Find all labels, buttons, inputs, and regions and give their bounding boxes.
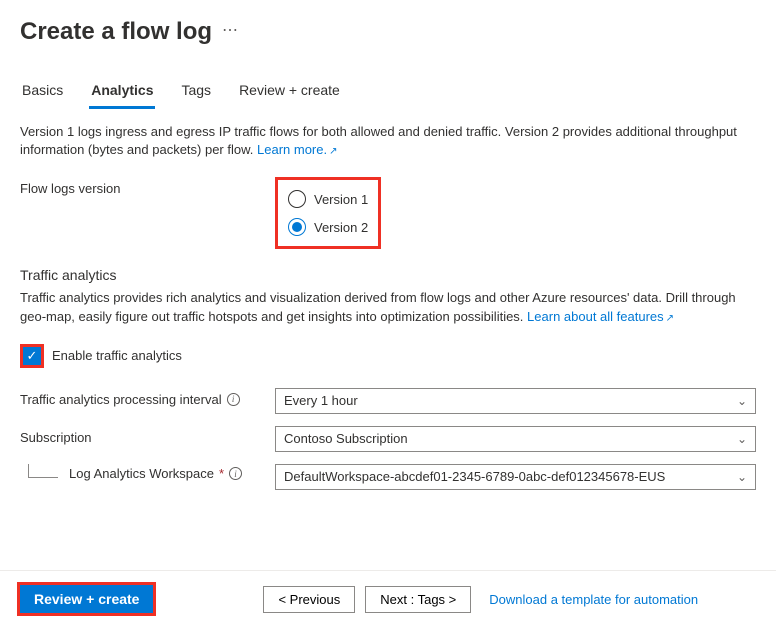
flow-logs-version-radiogroup: Version 1 Version 2 <box>275 177 381 249</box>
workspace-value: DefaultWorkspace-abcdef01-2345-6789-0abc… <box>284 469 665 484</box>
download-template-link[interactable]: Download a template for automation <box>489 592 698 607</box>
radio-label: Version 1 <box>314 192 368 207</box>
workspace-label: Log Analytics Workspace <box>69 466 214 481</box>
radio-icon <box>288 190 306 208</box>
subscription-label: Subscription <box>20 430 92 445</box>
info-icon[interactable]: i <box>227 393 240 406</box>
interval-label: Traffic analytics processing interval <box>20 392 222 407</box>
traffic-analytics-description: Traffic analytics provides rich analytic… <box>20 289 756 325</box>
interval-select[interactable]: Every 1 hour ⌄ <box>275 388 756 414</box>
external-link-icon: ↗ <box>666 312 674 326</box>
radio-label: Version 2 <box>314 220 368 235</box>
chevron-down-icon: ⌄ <box>737 432 747 446</box>
traffic-analytics-heading: Traffic analytics <box>20 267 756 283</box>
enable-ta-highlight: ✓ <box>20 344 44 368</box>
subscription-select[interactable]: Contoso Subscription ⌄ <box>275 426 756 452</box>
chevron-down-icon: ⌄ <box>737 394 747 408</box>
previous-button[interactable]: < Previous <box>263 586 355 613</box>
tab-tags[interactable]: Tags <box>179 76 213 109</box>
version-description: Version 1 logs ingress and egress IP tra… <box>20 123 756 159</box>
subscription-value: Contoso Subscription <box>284 431 408 446</box>
enable-ta-label: Enable traffic analytics <box>52 348 182 363</box>
page-title: Create a flow log <box>20 18 212 46</box>
more-icon[interactable]: ⋯ <box>222 20 239 44</box>
review-create-button[interactable]: Review + create <box>20 585 153 613</box>
info-icon[interactable]: i <box>229 467 242 480</box>
radio-version-1[interactable]: Version 1 <box>288 188 368 210</box>
version-description-text: Version 1 logs ingress and egress IP tra… <box>20 124 737 157</box>
indent-connector <box>28 464 58 478</box>
enable-ta-checkbox[interactable]: ✓ <box>23 347 41 365</box>
tab-analytics[interactable]: Analytics <box>89 76 155 109</box>
radio-version-2[interactable]: Version 2 <box>288 216 368 238</box>
tab-review-create[interactable]: Review + create <box>237 76 342 109</box>
radio-icon <box>288 218 306 236</box>
tab-bar: Basics Analytics Tags Review + create <box>0 76 776 109</box>
checkmark-icon: ✓ <box>27 349 38 362</box>
next-button[interactable]: Next : Tags > <box>365 586 471 613</box>
required-asterisk: * <box>219 466 224 481</box>
workspace-select[interactable]: DefaultWorkspace-abcdef01-2345-6789-0abc… <box>275 464 756 490</box>
interval-value: Every 1 hour <box>284 393 358 408</box>
footer-bar: Review + create < Previous Next : Tags >… <box>0 570 776 627</box>
tab-basics[interactable]: Basics <box>20 76 65 109</box>
learn-more-link[interactable]: Learn more.↗ <box>257 142 337 157</box>
external-link-icon: ↗ <box>329 145 337 159</box>
flow-logs-version-label: Flow logs version <box>20 177 275 196</box>
chevron-down-icon: ⌄ <box>737 470 747 484</box>
learn-features-link[interactable]: Learn about all features↗ <box>527 309 674 324</box>
